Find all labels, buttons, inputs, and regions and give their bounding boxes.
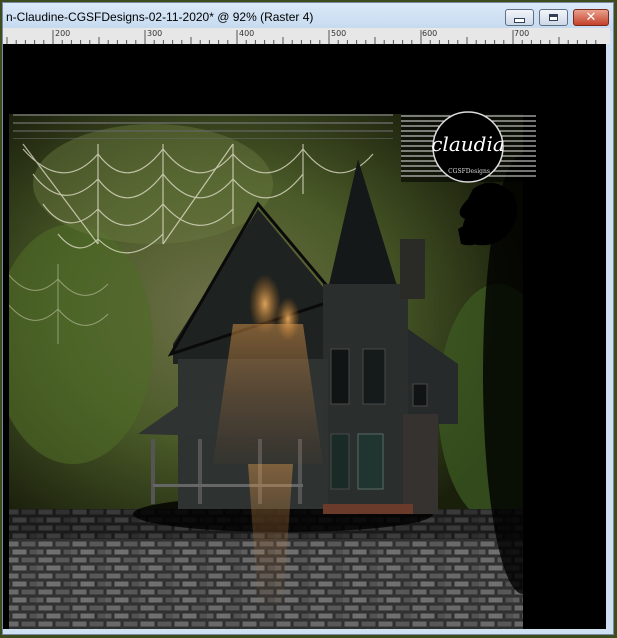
title-bar[interactable]: n-Claudine-CGSFDesigns-02-11-2020* @ 92%… bbox=[3, 3, 613, 31]
ruler-label-200: 200 bbox=[55, 29, 71, 38]
horizontal-ruler: 200 300 400 500 600 700 bbox=[3, 28, 600, 45]
ruler-label-700: 700 bbox=[514, 29, 530, 38]
close-button[interactable]: ✕ bbox=[573, 9, 609, 26]
close-icon: ✕ bbox=[585, 10, 597, 25]
ruler-label-300: 300 bbox=[147, 29, 163, 38]
ruler-label-400: 400 bbox=[239, 29, 255, 38]
watermark-subtext: CGSFDesigns bbox=[448, 168, 490, 175]
minimize-icon bbox=[514, 18, 525, 23]
window-title: n-Claudine-CGSFDesigns-02-11-2020* @ 92%… bbox=[6, 10, 314, 24]
ruler-ticks bbox=[6, 30, 597, 44]
ruler-label-500: 500 bbox=[331, 29, 347, 38]
image-canvas[interactable]: claudia CGSFDesigns bbox=[3, 44, 606, 629]
ruler-label-600: 600 bbox=[422, 29, 438, 38]
maximize-button[interactable] bbox=[539, 9, 568, 26]
minimize-button[interactable] bbox=[505, 9, 534, 26]
maximize-icon bbox=[549, 14, 558, 21]
ruler-corner bbox=[600, 28, 610, 44]
watermark: claudia CGSFDesigns bbox=[401, 111, 536, 183]
artwork: claudia CGSFDesigns bbox=[3, 44, 606, 629]
watermark-text: claudia bbox=[431, 132, 505, 156]
